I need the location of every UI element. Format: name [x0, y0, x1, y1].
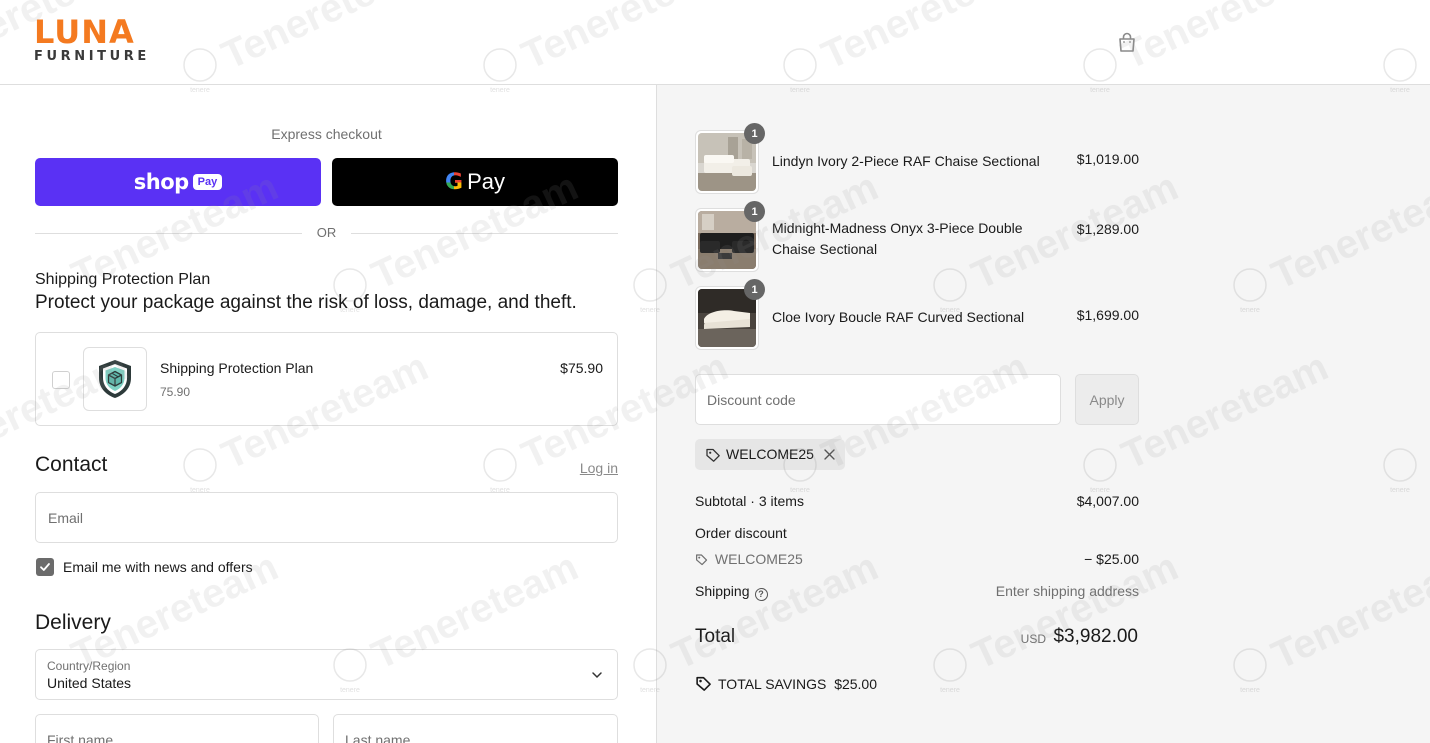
savings-label: TOTAL SAVINGS: [718, 676, 827, 692]
discount-code-row: WELCOME25 − $25.00: [695, 551, 1139, 567]
newsletter-label: Email me with news and offers: [63, 559, 253, 575]
subtotal-row: Subtotal · 3 items $4,007.00: [695, 493, 1139, 509]
order-discount-label: Order discount: [695, 525, 787, 541]
total-currency: USD: [1020, 632, 1046, 646]
checkout-form: Express checkout shop Pay G Pay OR Shipp…: [0, 85, 656, 743]
logo-wordmark: LUNA: [34, 13, 135, 51]
product-price: $1,699.00: [1076, 307, 1139, 323]
quantity-badge: 1: [744, 201, 765, 222]
protection-item-price: $75.90: [560, 360, 603, 376]
discount-code-input[interactable]: [695, 374, 1061, 425]
product-thumbnail: 1: [695, 123, 765, 194]
checkmark-icon: [40, 563, 50, 571]
quantity-badge: 1: [744, 123, 765, 144]
shop-pay-pill: Pay: [192, 174, 223, 190]
shipping-value: Enter shipping address: [995, 583, 1139, 599]
country-caption: Country/Region: [47, 659, 131, 673]
total-value: $3,982.00: [1053, 626, 1138, 647]
protection-item-subprice: 75.90: [160, 385, 191, 399]
discount-value: − $25.00: [1084, 551, 1139, 567]
site-header: LUNA FURNITURE: [0, 0, 1430, 85]
express-checkout-label: Express checkout: [271, 126, 382, 142]
total-savings-row: TOTAL SAVINGS $25.00: [695, 675, 877, 692]
shield-box-icon: [99, 360, 131, 398]
order-discount-row: Order discount: [695, 525, 1139, 541]
protection-title: Shipping Protection Plan: [35, 271, 211, 288]
apply-discount-button[interactable]: Apply: [1075, 374, 1139, 425]
protection-item-name: Shipping Protection Plan: [160, 360, 314, 376]
order-summary: 1 Lindyn Ivory 2-Piece RAF Chaise Sectio…: [656, 85, 1430, 743]
shipping-row: Shipping? Enter shipping address: [695, 583, 1139, 601]
tag-icon: [706, 448, 720, 462]
subtotal-value: $4,007.00: [1076, 493, 1139, 509]
applied-code-text: WELCOME25: [726, 446, 814, 462]
protection-subtitle: Protect your package against the risk of…: [35, 292, 577, 313]
protection-checkbox[interactable]: [52, 371, 70, 389]
product-name: Cloe Ivory Boucle RAF Curved Sectional: [772, 309, 1025, 325]
shopping-bag-icon[interactable]: [1116, 31, 1138, 53]
or-divider: OR: [35, 225, 618, 241]
google-pay-button[interactable]: G Pay: [332, 158, 618, 206]
subtotal-label: Subtotal · 3 items: [695, 493, 804, 509]
quantity-badge: 1: [744, 279, 765, 300]
logo-subtitle: FURNITURE: [34, 49, 150, 64]
product-price: $1,019.00: [1076, 151, 1139, 167]
help-circle-icon[interactable]: ?: [754, 588, 768, 601]
discount-code-label: WELCOME25: [714, 551, 803, 567]
total-label: Total: [695, 626, 736, 647]
delivery-heading: Delivery: [35, 611, 111, 634]
tag-icon: [696, 554, 708, 566]
cart-line-item: 1 Cloe Ivory Boucle RAF Curved Sectional…: [695, 279, 1139, 350]
product-thumbnail: 1: [695, 201, 765, 272]
cart-line-item: 1 Lindyn Ivory 2-Piece RAF Chaise Sectio…: [695, 123, 1139, 194]
google-g-icon: G: [445, 169, 464, 195]
shipping-label: Shipping: [695, 583, 750, 599]
google-pay-wordmark: Pay: [467, 169, 505, 194]
applied-discount-chip: WELCOME25: [695, 439, 845, 470]
chevron-down-icon: [592, 672, 602, 679]
product-thumbnail: 1: [695, 279, 765, 350]
contact-heading: Contact: [35, 453, 108, 476]
product-price: $1,289.00: [1076, 221, 1139, 237]
protection-product-image: [83, 347, 147, 411]
product-name: Lindyn Ivory 2-Piece RAF Chaise Sectiona…: [772, 153, 1040, 169]
country-select[interactable]: Country/Region United States: [35, 649, 618, 700]
savings-tag-icon: [696, 676, 711, 691]
product-name: Midnight-Madness Onyx 3-Piece Double Cha…: [772, 220, 1023, 257]
log-in-link[interactable]: Log in: [580, 460, 618, 476]
savings-value: $25.00: [834, 676, 878, 692]
cart-line-item: 1 Midnight-Madness Onyx 3-Piece Double C…: [695, 201, 1139, 272]
luna-furniture-logo[interactable]: LUNA FURNITURE: [34, 16, 169, 66]
country-value: United States: [47, 675, 132, 691]
remove-discount-close-icon[interactable]: [823, 448, 836, 461]
first-name-field[interactable]: [35, 714, 319, 743]
divider-line-right: [351, 233, 618, 234]
newsletter-checkbox[interactable]: [36, 558, 54, 576]
shop-pay-button[interactable]: shop Pay: [35, 158, 321, 206]
email-field[interactable]: [35, 492, 618, 543]
shop-pay-wordmark: shop: [133, 170, 189, 194]
last-name-field[interactable]: [333, 714, 618, 743]
protection-offer-card: Shipping Protection Plan 75.90 $75.90: [35, 332, 618, 426]
